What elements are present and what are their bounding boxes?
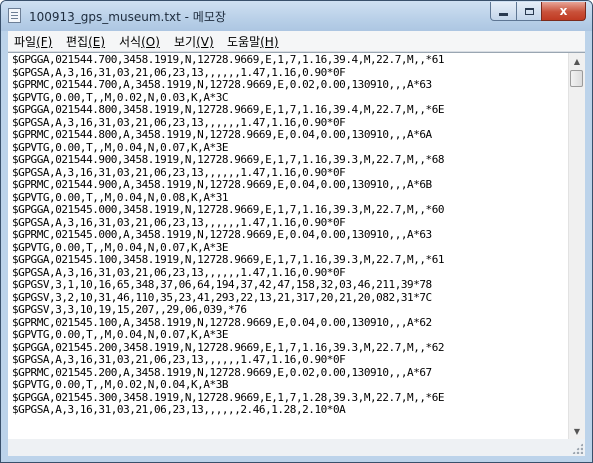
text-line: $GPGSA,A,3,16,31,03,21,06,23,13,,,,,,1.4… (12, 353, 346, 366)
menu-help[interactable]: 도움말(H) (227, 33, 279, 50)
menu-file-label: 파일 (14, 35, 37, 49)
text-line: $GPVTG,0.00,T,,M,0.04,N,0.07,K,A*3E (12, 328, 229, 341)
close-icon: x (559, 4, 568, 18)
menu-help-label: 도움말 (227, 35, 261, 49)
resize-grip-icon[interactable] (572, 443, 583, 454)
status-bar (8, 439, 585, 456)
menu-edit-accel: (E) (88, 35, 106, 49)
text-content[interactable]: $GPGGA,021544.700,3458.1919,N,12728.9669… (12, 54, 569, 437)
menu-file[interactable]: 파일(F) (14, 33, 52, 50)
text-line: $GPRMC,021544.900,A,3458.1919,N,12728.96… (12, 178, 432, 191)
notepad-icon[interactable] (8, 8, 21, 23)
close-button[interactable]: x (541, 2, 586, 21)
menu-format[interactable]: 서식(O) (119, 33, 160, 50)
title-bar[interactable]: 100913_gps_museum.txt - 메모장 x (1, 1, 592, 31)
scroll-up-button[interactable]: ▲ (569, 53, 585, 69)
scroll-thumb[interactable] (570, 70, 583, 87)
text-line: $GPGGA,021545.000,3458.1919,N,12728.9669… (12, 203, 445, 216)
scroll-up-icon: ▲ (573, 56, 581, 66)
menu-view-accel: (V) (196, 35, 214, 49)
text-line: $GPGGA,021544.700,3458.1919,N,12728.9669… (12, 54, 445, 66)
menu-view-label: 보기 (174, 35, 197, 49)
text-line: $GPGGA,021544.800,3458.1919,N,12728.9669… (12, 103, 445, 116)
menu-edit-label: 편집 (66, 35, 89, 49)
menu-format-accel: (O) (141, 35, 160, 49)
text-line: $GPGSV,3,1,10,16,65,348,37,06,64,194,37,… (12, 278, 432, 291)
window-title: 100913_gps_museum.txt - 메모장 (29, 10, 226, 24)
maximize-icon (524, 7, 534, 15)
notepad-window: 100913_gps_museum.txt - 메모장 x 파일(F) 편집(E… (0, 0, 593, 463)
text-line: $GPRMC,021544.800,A,3458.1919,N,12728.96… (12, 128, 432, 141)
scroll-down-button[interactable]: ▼ (569, 423, 585, 439)
text-line: $GPGSV,3,3,10,19,15,207,,29,06,039,*76 (12, 303, 247, 316)
minimize-icon (499, 12, 508, 16)
text-line: $GPGGA,021544.900,3458.1919,N,12728.9669… (12, 153, 445, 166)
vertical-scrollbar[interactable]: ▲ ▼ (568, 53, 585, 439)
scroll-down-icon: ▼ (573, 426, 581, 436)
text-line: $GPRMC,021544.700,A,3458.1919,N,12728.96… (12, 78, 432, 91)
maximize-button[interactable] (516, 2, 542, 21)
menu-view[interactable]: 보기(V) (174, 33, 214, 50)
text-line: $GPGSA,A,3,16,31,03,21,06,23,13,,,,,,2.4… (12, 403, 346, 416)
menu-edit[interactable]: 편집(E) (66, 33, 105, 50)
text-editor[interactable]: $GPGGA,021544.700,3458.1919,N,12728.9669… (8, 52, 585, 439)
text-line: $GPVTG,0.00,T,,M,0.02,N,0.04,K,A*3B (12, 378, 229, 391)
text-line: $GPGGA,021545.100,3458.1919,N,12728.9669… (12, 253, 445, 266)
menu-format-label: 서식 (119, 35, 142, 49)
menu-file-accel: (F) (36, 35, 53, 49)
menu-help-accel: (H) (260, 35, 279, 49)
text-line: $GPRMC,021545.000,A,3458.1919,N,12728.96… (12, 228, 432, 241)
menu-bar: 파일(F) 편집(E) 서식(O) 보기(V) 도움말(H) (8, 31, 585, 52)
minimize-button[interactable] (490, 2, 517, 21)
